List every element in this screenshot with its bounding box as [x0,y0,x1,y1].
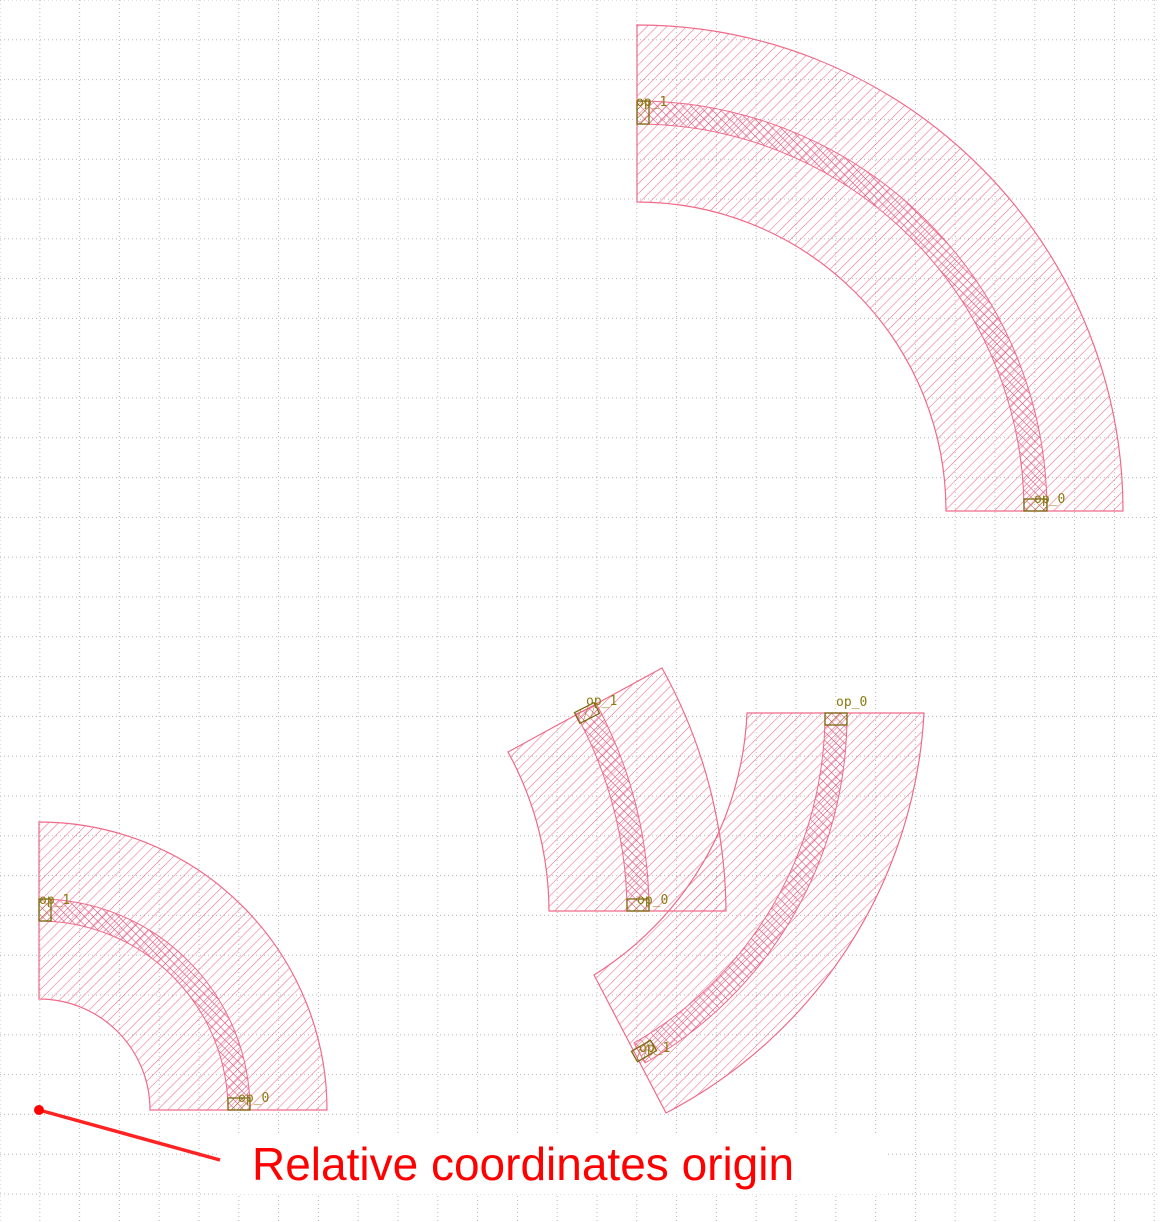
bend-large-top-right[interactable]: op_1 op_0 [636,24,1124,512]
layout-canvas: op_1 op_0 op_1 op_0 op_1 op_0 op_0 op_1 … [0,0,1160,1222]
bend-d-port-in-label: op_0 [836,695,867,710]
bend-a-port-in-label: op_1 [636,95,667,110]
bend-c-port-out-label: op_0 [637,893,668,908]
bend-c-port-in-label: op_1 [586,694,617,709]
bend-small-bottom-left[interactable]: op_1 op_0 [38,821,328,1111]
origin-annotation: Relative coordinates origin [34,1105,888,1194]
bend-b-port-out-label: op_0 [238,1091,269,1106]
bend-d-port-out-label: op_1 [639,1041,670,1056]
bend-rotated-middle[interactable]: op_1 op_0 [507,667,727,912]
annotation-label: Relative coordinates origin [252,1138,794,1190]
bend-a-port-out-label: op_0 [1034,492,1065,507]
annotation-arrow [38,1108,221,1162]
origin-marker [34,1105,44,1115]
bend-d-port-in[interactable] [824,712,848,726]
bend-b-port-in-label: op_1 [39,893,70,908]
